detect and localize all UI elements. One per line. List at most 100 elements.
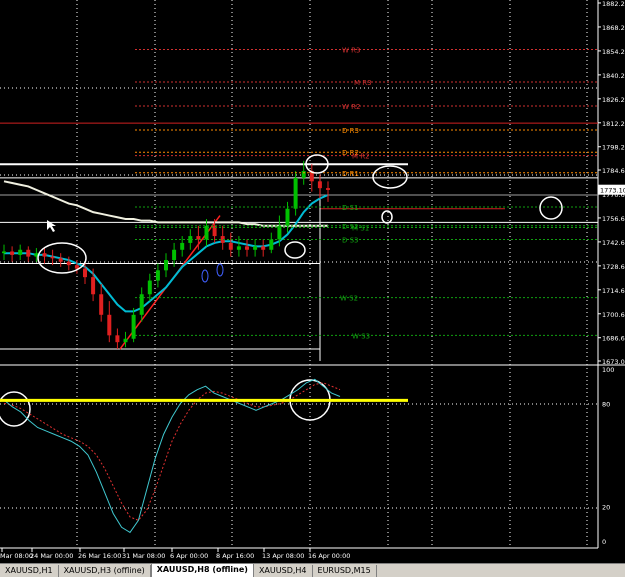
candle <box>261 239 266 257</box>
candle <box>245 239 249 257</box>
candle-body <box>147 280 152 295</box>
time-tick-label: 6 Apr 00:00 <box>170 552 208 560</box>
price-tick-label: 1728.60 <box>602 263 625 271</box>
candle <box>99 283 104 322</box>
annotation-ellipse <box>216 263 224 277</box>
candle-body <box>123 338 128 343</box>
pivot-label: M R3 <box>354 79 372 87</box>
candle <box>269 232 274 254</box>
candles <box>2 160 330 350</box>
price-tick-label: 1826.20 <box>602 96 625 104</box>
pivot-label: M R2 <box>352 153 370 161</box>
candle-body <box>18 249 23 255</box>
pivot-label: W S3 <box>352 332 370 340</box>
candle <box>220 225 225 250</box>
osc-tick-label: 20 <box>602 504 610 512</box>
annotation-ellipse <box>284 241 306 259</box>
chart-tab[interactable]: XAUUSD,H1 <box>0 565 59 577</box>
osc-tick-label: 100 <box>602 366 614 374</box>
candle-body <box>293 177 298 209</box>
candle-body <box>10 251 15 255</box>
price-tick-label: 1686.60 <box>602 335 625 343</box>
annotations <box>0 154 563 427</box>
candle-body <box>26 249 31 257</box>
candle-body <box>317 181 322 189</box>
pivot-label: D R3 <box>342 127 359 135</box>
candle <box>115 328 120 350</box>
candle-body <box>107 314 112 336</box>
candle-body <box>115 335 120 343</box>
candle-body <box>326 188 330 190</box>
pivot-label: D S1 <box>342 204 359 212</box>
candle <box>253 239 258 257</box>
chart-tab[interactable]: XAUUSD,H3 (offline) <box>59 565 151 577</box>
price-tick-label: 1868.20 <box>602 24 625 32</box>
annotation-ellipse <box>372 165 408 189</box>
pivot-label: D R1 <box>342 170 359 178</box>
time-tick-label: 8 Apr 16:00 <box>216 552 254 560</box>
candle <box>18 244 23 261</box>
candle-body <box>172 249 177 261</box>
time-tick-label: Mar 08:00 <box>0 552 33 560</box>
candle <box>66 256 71 271</box>
candle-body <box>42 253 47 257</box>
candle <box>326 181 330 202</box>
candle <box>10 246 15 262</box>
pivot-label: M S1 <box>352 225 369 233</box>
candle <box>164 253 168 278</box>
osc-tick-label: 0 <box>602 538 606 546</box>
candle-body <box>285 208 290 226</box>
candle-body <box>269 239 274 250</box>
candle-body <box>83 268 87 278</box>
price-tick-label: 1742.60 <box>602 239 625 247</box>
candle-body <box>66 261 71 266</box>
moving-averages <box>3 180 329 313</box>
time-axis: Mar 08:0024 Mar 00:00 26 Mar 16:00 31 Mar … <box>0 548 350 560</box>
candle-body <box>99 294 104 315</box>
candle <box>26 246 31 262</box>
chart-window[interactable]: W R3 M R3 W R2 D R3 D R2 M R2 D R1 D S1 D S2 M S1… <box>0 0 625 563</box>
candle-body <box>155 270 160 281</box>
candle-body <box>50 256 55 259</box>
price-axis: 1882.20 1868.20 1854.20 1840.20 1826.20 1812.… <box>598 0 625 366</box>
osc-tick-label: 80 <box>602 400 610 408</box>
price-tick-label: 1714.60 <box>602 287 625 295</box>
candle-body <box>74 265 79 269</box>
candle-body <box>301 171 306 178</box>
current-price-label: 1773.10 <box>600 187 625 195</box>
time-tick-label: 16 Apr 00:00 <box>308 552 350 560</box>
pivot-label: W R2 <box>342 103 360 111</box>
candle-body <box>228 242 233 250</box>
candle-body <box>91 277 96 295</box>
chart-canvas[interactable]: W R3M R3W R2D R3D R2M R2D R1D S1D S2M S1… <box>0 0 625 563</box>
chart-tab-bar: XAUUSD,H1 XAUUSD,H3 (offline) XAUUSD,H8 (o… <box>0 563 625 577</box>
candle-body <box>180 242 185 250</box>
price-tick-label: 1700.60 <box>602 311 625 319</box>
candle <box>42 248 47 264</box>
cursor-icon <box>47 220 56 232</box>
candle-body <box>2 251 6 254</box>
pivot-label: D S3 <box>342 236 359 244</box>
time-tick-label: 24 Mar 00:00 <box>30 552 73 560</box>
price-tick-label: 1882.20 <box>602 0 625 8</box>
price-tick-label: 1756.60 <box>602 215 625 223</box>
chart-tab[interactable]: XAUUSD,H4 <box>254 565 313 577</box>
candle <box>147 273 152 302</box>
candle <box>131 307 136 343</box>
candle <box>2 244 6 261</box>
candle-body <box>245 246 249 250</box>
chart-tab[interactable]: XAUUSD,H8 (offline) <box>150 564 254 577</box>
pivot-levels: W R3M R3W R2D R3D R2M R2D R1D S1D S2M S1… <box>135 47 598 340</box>
candle <box>58 253 63 267</box>
price-tick-label: 1854.20 <box>602 48 625 56</box>
candle <box>50 249 55 266</box>
price-tick-label: 1812.20 <box>602 120 625 128</box>
time-tick-label: 31 Mar 08:00 <box>122 552 165 560</box>
time-tick-label: 26 Mar 16:00 <box>78 552 121 560</box>
candle <box>155 263 160 288</box>
chart-tab[interactable]: EURUSD,M15 <box>313 565 377 577</box>
candle <box>107 301 112 343</box>
price-tick-label: 1840.20 <box>602 72 625 80</box>
stochastic-oscillator: 100 80 20 0 <box>0 366 614 546</box>
candle <box>285 201 290 233</box>
